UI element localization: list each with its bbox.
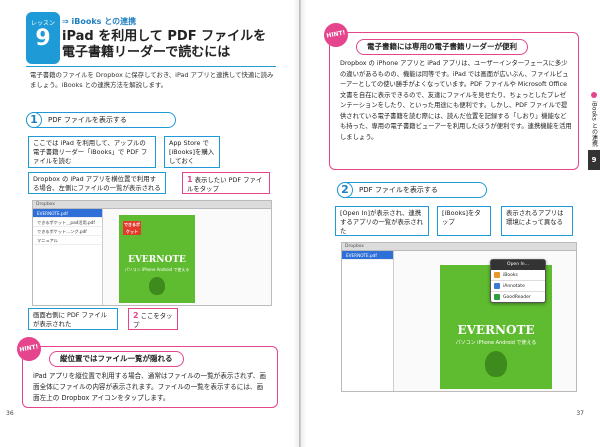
- side-tab-number: 9: [588, 150, 600, 170]
- callout-tap-pdf-text: 表示したい PDF ファイルをタップ: [187, 176, 263, 193]
- callout-tap-here-text: ここをタップ: [133, 312, 173, 329]
- open-in-popup-title: Open In...: [491, 260, 545, 270]
- callout-tap-pdf-number: 1: [187, 175, 193, 184]
- book-subtitle: パソコン iPhone Android で使える: [455, 340, 537, 346]
- book-subtitle: パソコン iPhone Android で使える: [124, 267, 190, 272]
- callout-ipad-app: ここでは iPad を利用して、アップルの電子書籍リーダー「iBooks」で P…: [28, 136, 156, 168]
- file-row[interactable]: できるポケット＿pad活用.pdf: [33, 218, 102, 227]
- lesson-title-line2: 電子書籍リーダーで読むには: [62, 45, 231, 60]
- evernote-logo-text: EVERNOTE: [457, 323, 535, 337]
- side-tab-label: iBooks との連携: [590, 101, 598, 147]
- callout-tap-here-number: 2: [133, 311, 139, 320]
- file-row[interactable]: EVERNOTE.pdf: [342, 251, 393, 260]
- iannotate-icon: [494, 283, 500, 289]
- hint-box-right: HINT! 電子書籍には専用の電子書籍リーダーが便利 Dropbox の iPh…: [322, 21, 579, 170]
- left-page: レッスン 9 ⇒ iBooks との連携 iPad を利用して PDF ファイル…: [0, 0, 300, 447]
- step-2-number: 2: [337, 182, 353, 198]
- open-in-ibooks-label: iBooks: [503, 273, 518, 278]
- step-1-number: 1: [26, 112, 42, 128]
- page-number: 37: [576, 410, 584, 417]
- hint-body: iPad アプリを縦位置で利用する場合、通常はファイルの一覧が表示されず、画面全…: [33, 372, 266, 402]
- file-list: EVERNOTE.pdf: [342, 251, 394, 391]
- file-row[interactable]: できるポケット...ング.pdf: [33, 227, 102, 236]
- lesson-badge: レッスン 9: [26, 12, 60, 64]
- book-spread: レッスン 9 ⇒ iBooks との連携 iPad を利用して PDF ファイル…: [0, 0, 600, 447]
- ibooks-icon: [494, 272, 500, 278]
- callout-tap-here: 2 ここをタップ: [128, 308, 178, 330]
- open-in-iannotate[interactable]: iAnnotate: [491, 281, 545, 292]
- book-tag: できるポケット: [123, 221, 141, 235]
- screenshot-toolbar: Dropbox: [33, 201, 271, 209]
- lesson-number: 9: [35, 26, 51, 51]
- callout-tap-pdf: 1 表示したい PDF ファイルをタップ: [182, 172, 270, 194]
- callout-ibooks: [iBooks]をタップ: [437, 206, 491, 236]
- open-in-ibooks[interactable]: iBooks: [491, 270, 545, 281]
- lesson-title: ⇒ iBooks との連携 iPad を利用して PDF ファイルを 電子書籍リ…: [62, 16, 272, 61]
- lesson-title-line1: iPad を利用して PDF ファイルを: [62, 29, 267, 44]
- side-tab-marker: [591, 92, 597, 98]
- callout-appstore: App Store で[iBooks]を購入しておく: [164, 136, 220, 168]
- step-2-title: PDF ファイルを表示する: [359, 186, 438, 194]
- page-number: 36: [6, 410, 14, 417]
- open-in-popup: Open In... iBooks iAnnotate GoodReader: [490, 259, 546, 303]
- elephant-icon: [149, 277, 165, 295]
- callout-apps-vary: 表示されるアプリは環境によって異なる: [501, 206, 573, 236]
- goodreader-icon: [494, 294, 500, 300]
- evernote-logo-text: EVERNOTE: [128, 255, 186, 265]
- file-list: EVERNOTE.pdf できるポケット＿pad活用.pdf できるポケット..…: [33, 209, 103, 305]
- elephant-icon: [485, 351, 507, 377]
- open-in-goodreader-label: GoodReader: [503, 295, 531, 300]
- right-page: HINT! 電子書籍には専用の電子書籍リーダーが便利 Dropbox の iPh…: [300, 0, 600, 447]
- open-in-goodreader[interactable]: GoodReader: [491, 292, 545, 303]
- intro-text: 電子書籍のファイルを Dropbox に保存しておき、iPad アプリと連携して…: [30, 71, 274, 89]
- screenshot-toolbar: Dropbox: [342, 243, 576, 251]
- callout-landscape: Dropbox の iPad アプリを横位置で利用する場合、左側にファイルの一覧…: [28, 172, 166, 194]
- step-1-heading: 1 PDF ファイルを表示する: [26, 112, 176, 128]
- hint-icon: HINT!: [15, 335, 43, 363]
- lesson-subtitle: ⇒ iBooks との連携: [62, 17, 137, 26]
- file-row[interactable]: EVERNOTE.pdf: [33, 209, 102, 218]
- hint-title: 電子書籍には専用の電子書籍リーダーが便利: [356, 39, 528, 55]
- step-2-heading: 2 PDF ファイルを表示する: [337, 182, 487, 198]
- open-in-iannotate-label: iAnnotate: [503, 284, 525, 289]
- hint-body: Dropbox の iPhone アプリと iPad アプリは、ユーザーインター…: [340, 60, 572, 141]
- pdf-preview: できるポケット EVERNOTE パソコン iPhone Android で使え…: [119, 215, 195, 303]
- ipad-open-in-screenshot: Dropbox EVERNOTE.pdf EVERNOTE パソコン iPhon…: [341, 242, 577, 392]
- file-row[interactable]: マニュアル: [33, 236, 102, 245]
- hint-icon: HINT!: [322, 21, 350, 49]
- ipad-landscape-screenshot: Dropbox EVERNOTE.pdf できるポケット＿pad活用.pdf で…: [32, 200, 272, 306]
- callout-preview: 画面右側に PDF ファイルが表示された: [28, 308, 118, 330]
- title-divider: [26, 66, 276, 67]
- step-1-title: PDF ファイルを表示する: [48, 116, 127, 124]
- callout-open-in: [Open In]が表示され、連携するアプリの一覧が表示された: [335, 206, 429, 236]
- hint-box-left: HINT! 縦位置ではファイル一覧が隠れる iPad アプリを縦位置で利用する場…: [15, 335, 278, 408]
- hint-title: 縦位置ではファイル一覧が隠れる: [49, 351, 184, 367]
